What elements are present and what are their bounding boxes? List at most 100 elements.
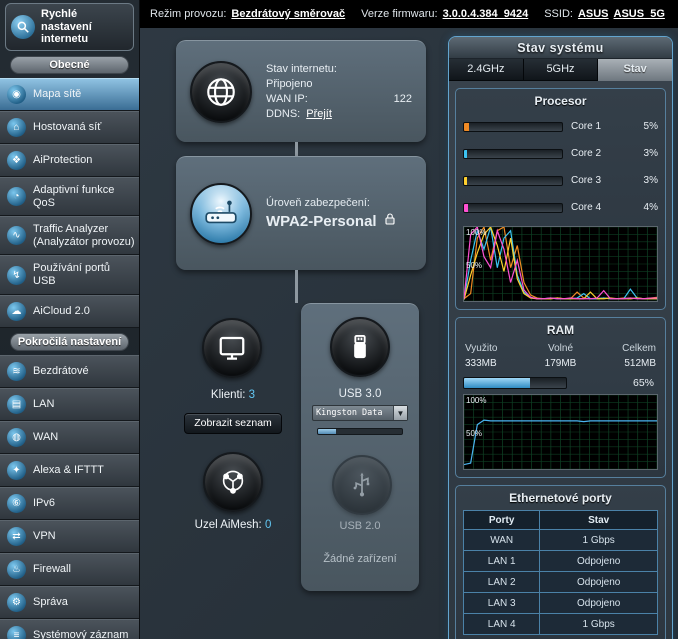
ethernet-header-cell: Stav — [540, 511, 658, 530]
wireless-icon: ≋ — [7, 362, 26, 381]
clients-value[interactable]: 3 — [249, 389, 255, 401]
graph-50-label: 50% — [466, 262, 482, 270]
wan-icon: ◍ — [7, 428, 26, 447]
cpu-graph-canvas — [464, 227, 657, 301]
ram-stat-value: 512MB — [592, 357, 656, 372]
ram-stat: Využito333MB — [465, 342, 529, 371]
ram-title: RAM — [463, 323, 658, 337]
ram-stat-label: Využito — [465, 342, 529, 357]
ssid-24ghz-link[interactable]: ASUS — [578, 8, 609, 20]
cpu-core-value: 4% — [619, 202, 658, 213]
firmware-label: Verze firmwaru: — [361, 8, 437, 20]
ram-graph-canvas — [464, 395, 657, 469]
cpu-core-value: 5% — [619, 121, 658, 132]
guest-network-icon: ⌂ — [7, 118, 26, 137]
dropdown-arrow-icon[interactable]: ▼ — [393, 406, 407, 420]
sidebar-item-aicloud[interactable]: ☁AiCloud 2.0 — [0, 295, 139, 328]
sidebar-item-traffic-analyzer[interactable]: ∿ Traffic Analyzer (Analyzátor provozu) — [0, 216, 139, 255]
sidebar-item-system-log[interactable]: ≡Systémový záznam — [0, 619, 139, 639]
security-card[interactable]: Úroveň zabezpečení: WPA2-Personal — [176, 156, 426, 270]
globe-icon[interactable] — [190, 61, 252, 123]
view-client-list-button[interactable]: Zobrazit seznam — [184, 413, 282, 434]
ddns-go-link[interactable]: Přejít — [306, 108, 332, 120]
router-admin-app: Režim provozu: Bezdrátový směrovač Verze… — [0, 0, 678, 639]
sidebar-item-guest-network[interactable]: ⌂Hostovaná síť — [0, 111, 139, 144]
sidebar-item-wireless[interactable]: ≋Bezdrátové — [0, 355, 139, 388]
ethernet-row: WAN1 Gbps — [464, 530, 658, 551]
tab-5ghz[interactable]: 5GHz — [524, 59, 599, 81]
ddns-label: DDNS: — [266, 108, 300, 120]
cpu-core-value: 3% — [619, 148, 658, 159]
graph-100-label: 100% — [466, 229, 486, 237]
ssid-5ghz-link[interactable]: ASUS_5G — [614, 8, 665, 20]
aicloud-icon: ☁ — [7, 302, 26, 321]
ethernet-row: LAN 3Odpojeno — [464, 593, 658, 614]
sidebar-item-label: Firewall — [33, 563, 71, 576]
ethernet-row: LAN 1Odpojeno — [464, 551, 658, 572]
cpu-core-label: Core 4 — [571, 202, 611, 213]
tab-status[interactable]: Stav — [598, 59, 672, 81]
cpu-core-bar-fill — [464, 177, 467, 185]
sidebar-item-alexa-ifttt[interactable]: ✦Alexa & IFTTT — [0, 454, 139, 487]
operation-mode-label: Režim provozu: — [150, 8, 226, 20]
ram-stat: Volné179MB — [529, 342, 593, 371]
ram-usage-graph: 100% 50% — [463, 394, 658, 470]
ram-usage-row: 65% — [463, 377, 658, 389]
cpu-core-label: Core 3 — [571, 175, 611, 186]
ethernet-cell: Odpojeno — [540, 593, 658, 614]
sidebar-item-firewall[interactable]: ♨ Firewall — [0, 553, 139, 586]
system-status-title: Stav systému — [449, 37, 672, 59]
quick-internet-setup-button[interactable]: Rychlé nastavení internetu — [5, 3, 134, 51]
ethernet-cell: Odpojeno — [540, 551, 658, 572]
clients-label: Klienti: — [211, 389, 246, 401]
router-icon[interactable] — [190, 183, 252, 245]
cpu-core-row: Core 3 3% — [463, 167, 658, 194]
sidebar-section-header: Pokročilá nastavení — [10, 333, 129, 351]
quick-internet-setup-label: Rychlé nastavení internetu — [41, 8, 128, 46]
sidebar-item-label: WAN — [33, 431, 58, 444]
sidebar-item-label: Adaptivní funkce QoS — [33, 184, 135, 209]
ethernet-cell: LAN 4 — [464, 614, 540, 635]
ram-stat-value: 179MB — [529, 357, 593, 372]
usb-device-dropdown[interactable]: Kingston Data ▼ — [312, 405, 408, 421]
sidebar-item-vpn[interactable]: ⇄VPN — [0, 520, 139, 553]
sidebar-item-wan[interactable]: ◍ WAN — [0, 421, 139, 454]
tab-2-4ghz[interactable]: 2.4GHz — [449, 59, 524, 81]
wan-ip-value: 122 — [394, 93, 412, 105]
cpu-core-bar — [463, 203, 563, 213]
ethernet-cell: LAN 2 — [464, 572, 540, 593]
usb3-icon[interactable] — [330, 317, 390, 377]
graph-50-label: 50% — [466, 430, 482, 438]
admin-icon: ⚙ — [7, 593, 26, 612]
operation-mode-link[interactable]: Bezdrátový směrovač — [231, 8, 345, 20]
ethernet-title: Ethernetové porty — [463, 491, 658, 505]
sidebar-item-adaptive-qos[interactable]: ◔Adaptivní funkce QoS — [0, 177, 139, 216]
firmware-version-link[interactable]: 3.0.0.4.384_9424 — [443, 8, 529, 20]
sidebar-item-network-map[interactable]: ◉Mapa sítě — [0, 78, 139, 111]
cpu-core-value: 3% — [619, 175, 658, 186]
clients-icon[interactable] — [202, 318, 262, 378]
cpu-usage-graph: 100% 50% — [463, 226, 658, 302]
internet-status-card[interactable]: Stav internetu: Připojeno WAN IP: 122 DD… — [176, 40, 426, 142]
sidebar-item-usb-application[interactable]: ↯Používání portů USB — [0, 255, 139, 294]
ssid-label: SSID: — [544, 8, 573, 20]
cpu-title: Procesor — [463, 94, 658, 108]
ethernet-row: LAN 2Odpojeno — [464, 572, 658, 593]
firewall-icon: ♨ — [7, 560, 26, 579]
internet-status-value: Připojeno — [266, 78, 412, 90]
ethernet-cell: 1 Gbps — [540, 530, 658, 551]
sidebar-item-lan[interactable]: ▤LAN — [0, 388, 139, 421]
sidebar-item-administration[interactable]: ⚙Správa — [0, 586, 139, 619]
aimesh-icon[interactable] — [203, 452, 263, 512]
cpu-core-bar-fill — [464, 204, 468, 212]
aimesh-value[interactable]: 0 — [265, 519, 271, 531]
sidebar-item-aiprotection[interactable]: ❖AiProtection — [0, 144, 139, 177]
usb2-icon[interactable] — [332, 455, 392, 515]
sidebar-item-ipv6[interactable]: ⑥IPv6 — [0, 487, 139, 520]
traffic-analyzer-icon: ∿ — [7, 226, 26, 245]
sidebar-item-label: Traffic Analyzer (Analyzátor provozu) — [33, 223, 135, 248]
sidebar-item-label: Používání portů USB — [33, 262, 135, 287]
alexa-ifttt-icon: ✦ — [7, 461, 26, 480]
usb-device-name: Kingston Data — [313, 408, 393, 418]
connector-line-top — [295, 142, 298, 156]
